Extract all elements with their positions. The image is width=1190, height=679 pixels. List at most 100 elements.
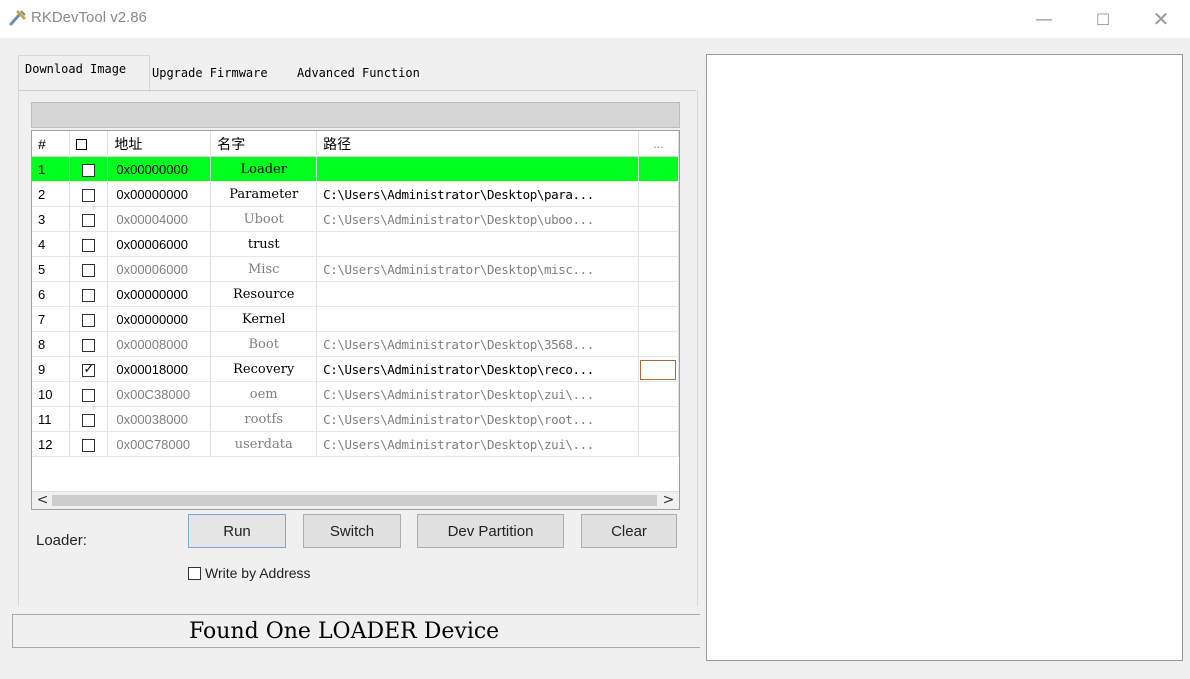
scroll-left-arrow-icon[interactable]: <	[34, 492, 51, 509]
switch-button[interactable]: Switch	[303, 514, 401, 548]
scrollbar-thumb[interactable]	[52, 495, 657, 506]
row-address[interactable]: 0x00000000	[107, 156, 212, 182]
row-browse-cell[interactable]	[638, 256, 679, 282]
row-path[interactable]: C:\Users\Administrator\Desktop\3568...	[316, 331, 639, 357]
row-address[interactable]: 0x00000000	[107, 306, 212, 332]
row-checkbox[interactable]	[82, 238, 96, 252]
row-browse-cell[interactable]	[638, 156, 679, 182]
run-button[interactable]: Run	[188, 514, 286, 548]
browse-button[interactable]	[640, 210, 676, 230]
row-browse-cell[interactable]	[638, 381, 679, 407]
column-header-check[interactable]	[69, 131, 109, 157]
select-all-checkbox[interactable]	[76, 139, 88, 151]
row-path[interactable]: C:\Users\Administrator\Desktop\zui\...	[316, 431, 639, 457]
row-checkbox[interactable]	[82, 438, 96, 452]
column-header-more[interactable]: ...	[638, 131, 679, 157]
browse-button[interactable]	[640, 260, 676, 280]
row-name[interactable]: Uboot	[210, 206, 318, 232]
row-name[interactable]: trust	[210, 231, 318, 257]
column-header-address[interactable]: 地址	[107, 131, 212, 157]
row-name[interactable]: userdata	[210, 431, 318, 457]
row-checkbox-cell[interactable]	[69, 331, 109, 357]
table-row[interactable]: 10 0x00C38000 oem C:\Users\Administrator\De…	[32, 381, 679, 407]
row-browse-cell[interactable]	[638, 331, 679, 357]
table-row[interactable]: 6 0x00000000 Resource	[32, 281, 679, 307]
row-checkbox-cell[interactable]	[69, 381, 109, 407]
row-checkbox-cell[interactable]	[69, 306, 109, 332]
tab-download-image[interactable]: Download Image	[25, 61, 126, 77]
table-row[interactable]: 12 0x00C78000 userdata C:\Users\Administrat…	[32, 431, 679, 457]
row-name[interactable]: Parameter	[210, 181, 318, 207]
row-browse-cell[interactable]	[638, 406, 679, 432]
row-browse-cell[interactable]	[638, 356, 679, 382]
row-browse-cell[interactable]	[638, 306, 679, 332]
row-checkbox-cell[interactable]	[69, 206, 109, 232]
close-button[interactable]: ✕	[1138, 4, 1184, 34]
browse-button[interactable]	[640, 285, 676, 305]
horizontal-scrollbar[interactable]: < >	[32, 491, 679, 509]
browse-button[interactable]	[640, 310, 676, 330]
row-name[interactable]: Kernel	[210, 306, 318, 332]
row-path[interactable]	[316, 231, 639, 257]
row-name[interactable]: Loader	[210, 156, 318, 182]
row-checkbox[interactable]	[82, 413, 96, 427]
browse-button[interactable]	[640, 410, 676, 430]
row-checkbox[interactable]	[82, 388, 96, 402]
browse-button[interactable]	[640, 235, 676, 255]
table-row[interactable]: 2 0x00000000 Parameter C:\Users\Administrat…	[32, 181, 679, 207]
row-checkbox[interactable]	[82, 338, 96, 352]
row-checkbox[interactable]	[82, 313, 96, 327]
browse-button[interactable]	[640, 385, 676, 405]
row-name[interactable]: Boot	[210, 331, 318, 357]
row-name[interactable]: Resource	[210, 281, 318, 307]
row-path[interactable]	[316, 281, 639, 307]
table-row[interactable]: 5 0x00006000 Misc C:\Users\Administrator\De…	[32, 256, 679, 282]
write-by-address-checkbox[interactable]	[188, 566, 201, 580]
row-path[interactable]: C:\Users\Administrator\Desktop\reco...	[316, 356, 639, 382]
row-name[interactable]: Misc	[210, 256, 318, 282]
write-by-address-option[interactable]: Write by Address	[188, 565, 311, 581]
browse-button[interactable]	[640, 160, 676, 180]
row-checkbox-cell[interactable]	[69, 181, 109, 207]
table-row[interactable]: 7 0x00000000 Kernel	[32, 306, 679, 332]
dev-partition-button[interactable]: Dev Partition	[417, 514, 564, 548]
row-checkbox-cell[interactable]	[69, 356, 109, 382]
table-row[interactable]: 9 0x00018000RecoveryC:\Users\Administrato…	[32, 356, 679, 382]
row-checkbox[interactable]	[82, 213, 96, 227]
row-path[interactable]: C:\Users\Administrator\Desktop\para...	[316, 181, 639, 207]
tab-advanced-function[interactable]: Advanced Function	[297, 65, 420, 81]
scroll-right-arrow-icon[interactable]: >	[660, 492, 677, 509]
row-browse-cell[interactable]	[638, 281, 679, 307]
row-browse-cell[interactable]	[638, 206, 679, 232]
row-browse-cell[interactable]	[638, 181, 679, 207]
row-checkbox[interactable]	[82, 188, 96, 202]
table-row[interactable]: 4 0x00006000 trust	[32, 231, 679, 257]
row-name[interactable]: rootfs	[210, 406, 318, 432]
row-address[interactable]: 0x00C78000	[107, 431, 212, 457]
table-row[interactable]: 11 0x00038000 rootfs C:\Users\Administrator…	[32, 406, 679, 432]
row-checkbox-cell[interactable]	[69, 231, 109, 257]
row-path[interactable]: C:\Users\Administrator\Desktop\misc...	[316, 256, 639, 282]
row-address[interactable]: 0x00008000	[107, 331, 212, 357]
row-browse-cell[interactable]	[638, 231, 679, 257]
row-checkbox-cell[interactable]	[69, 406, 109, 432]
row-address[interactable]: 0x00006000	[107, 256, 212, 282]
row-checkbox[interactable]	[82, 163, 96, 177]
column-header-path[interactable]: 路径	[316, 131, 639, 157]
table-row[interactable]: 3 0x00004000 Uboot C:\Users\Administrator\D…	[32, 206, 679, 232]
row-address[interactable]: 0x00038000	[107, 406, 212, 432]
minimize-button[interactable]: —	[1021, 4, 1067, 34]
row-path[interactable]: C:\Users\Administrator\Desktop\zui\...	[316, 381, 639, 407]
row-name[interactable]: Recovery	[210, 356, 318, 382]
row-checkbox[interactable]	[82, 288, 96, 302]
column-header-name[interactable]: 名字	[210, 131, 318, 157]
row-name[interactable]: oem	[210, 381, 318, 407]
row-checkbox-cell[interactable]	[69, 156, 109, 182]
row-checkbox[interactable]	[82, 263, 96, 277]
row-checkbox-cell[interactable]	[69, 281, 109, 307]
browse-button[interactable]	[640, 435, 676, 455]
table-row[interactable]: 1 0x00000000 Loader	[32, 156, 679, 182]
row-address[interactable]: 0x00C38000	[107, 381, 212, 407]
column-header-num[interactable]: #	[32, 131, 71, 157]
table-row[interactable]: 8 0x00008000 Boot C:\Users\Administrator\De…	[32, 331, 679, 357]
